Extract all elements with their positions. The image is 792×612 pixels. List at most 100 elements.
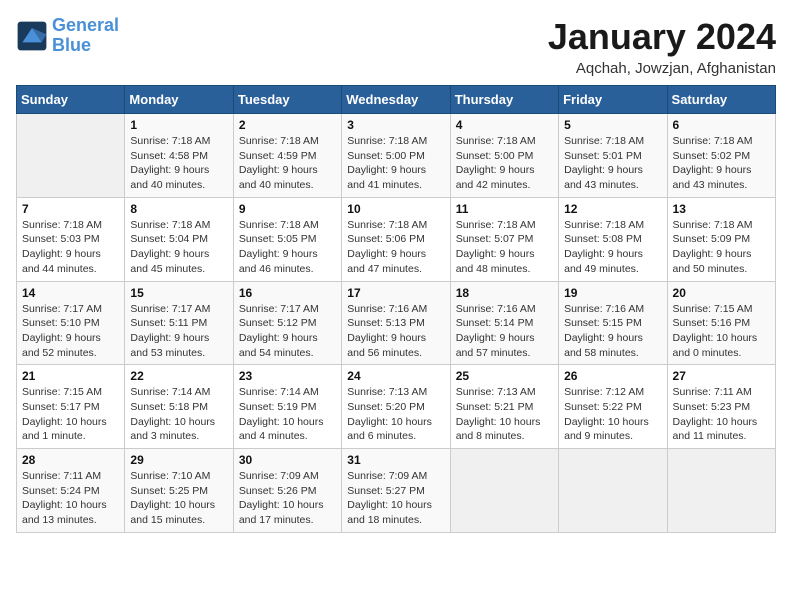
calendar-cell [667,449,775,533]
calendar-cell: 3 Sunrise: 7:18 AM Sunset: 5:00 PM Daylig… [342,114,450,198]
day-info: Sunrise: 7:17 AM Sunset: 5:10 PM Dayligh… [22,302,119,361]
calendar-cell: 21Sunrise: 7:15 AM Sunset: 5:17 PM Dayli… [17,365,125,449]
day-number: 5 [564,118,661,132]
logo-text: General Blue [52,16,119,56]
day-number: 21 [22,369,119,383]
day-number: 29 [130,453,227,467]
day-number: 22 [130,369,227,383]
calendar-cell: 25 Sunrise: 7:13 AM Sunset: 5:21 PM Dayli… [450,365,558,449]
logo-blue: Blue [52,35,91,55]
day-number: 19 [564,286,661,300]
day-number: 17 [347,286,444,300]
day-info: Sunrise: 7:18 AM Sunset: 4:59 PM Dayligh… [239,134,336,193]
header-saturday: Saturday [667,86,775,114]
title-block: January 2024 Aqchah, Jowzjan, Afghanista… [548,16,776,77]
logo-icon [16,20,48,52]
day-info: Sunrise: 7:16 AM Sunset: 5:15 PM Dayligh… [564,302,661,361]
calendar-table: SundayMondayTuesdayWednesdayThursdayFrid… [16,85,776,533]
day-info: Sunrise: 7:11 AM Sunset: 5:24 PM Dayligh… [22,469,119,528]
day-info: Sunrise: 7:18 AM Sunset: 5:01 PM Dayligh… [564,134,661,193]
calendar-cell: 11 Sunrise: 7:18 AM Sunset: 5:07 PM Dayli… [450,197,558,281]
day-number: 2 [239,118,336,132]
day-number: 15 [130,286,227,300]
calendar-cell: 17 Sunrise: 7:16 AM Sunset: 5:13 PM Dayli… [342,281,450,365]
day-number: 14 [22,286,119,300]
calendar-cell: 29 Sunrise: 7:10 AM Sunset: 5:25 PM Dayli… [125,449,233,533]
calendar-cell [559,449,667,533]
day-info: Sunrise: 7:18 AM Sunset: 5:02 PM Dayligh… [673,134,770,193]
calendar-cell: 5 Sunrise: 7:18 AM Sunset: 5:01 PM Daylig… [559,114,667,198]
day-info: Sunrise: 7:18 AM Sunset: 5:03 PM Dayligh… [22,218,119,277]
day-number: 27 [673,369,770,383]
calendar-cell: 31Sunrise: 7:09 AM Sunset: 5:27 PM Dayli… [342,449,450,533]
day-info: Sunrise: 7:15 AM Sunset: 5:16 PM Dayligh… [673,302,770,361]
day-info: Sunrise: 7:18 AM Sunset: 5:04 PM Dayligh… [130,218,227,277]
day-number: 6 [673,118,770,132]
day-number: 25 [456,369,553,383]
calendar-cell: 9 Sunrise: 7:18 AM Sunset: 5:05 PM Daylig… [233,197,341,281]
day-info: Sunrise: 7:09 AM Sunset: 5:27 PM Dayligh… [347,469,444,528]
week-row-4: 21Sunrise: 7:15 AM Sunset: 5:17 PM Dayli… [17,365,776,449]
week-row-5: 28 Sunrise: 7:11 AM Sunset: 5:24 PM Dayli… [17,449,776,533]
day-info: Sunrise: 7:16 AM Sunset: 5:13 PM Dayligh… [347,302,444,361]
calendar-cell: 24Sunrise: 7:13 AM Sunset: 5:20 PM Dayli… [342,365,450,449]
day-info: Sunrise: 7:18 AM Sunset: 5:09 PM Dayligh… [673,218,770,277]
day-number: 1 [130,118,227,132]
logo: General Blue [16,16,119,56]
calendar-cell: 7 Sunrise: 7:18 AM Sunset: 5:03 PM Daylig… [17,197,125,281]
calendar-cell: 4 Sunrise: 7:18 AM Sunset: 5:00 PM Daylig… [450,114,558,198]
day-info: Sunrise: 7:13 AM Sunset: 5:21 PM Dayligh… [456,385,553,444]
day-number: 20 [673,286,770,300]
calendar-cell: 13Sunrise: 7:18 AM Sunset: 5:09 PM Dayli… [667,197,775,281]
calendar-cell: 2 Sunrise: 7:18 AM Sunset: 4:59 PM Daylig… [233,114,341,198]
day-info: Sunrise: 7:18 AM Sunset: 5:07 PM Dayligh… [456,218,553,277]
header-tuesday: Tuesday [233,86,341,114]
day-number: 9 [239,202,336,216]
day-number: 18 [456,286,553,300]
header-thursday: Thursday [450,86,558,114]
day-info: Sunrise: 7:17 AM Sunset: 5:12 PM Dayligh… [239,302,336,361]
day-number: 4 [456,118,553,132]
week-row-2: 7 Sunrise: 7:18 AM Sunset: 5:03 PM Daylig… [17,197,776,281]
calendar-cell: 27 Sunrise: 7:11 AM Sunset: 5:23 PM Dayli… [667,365,775,449]
calendar-cell [450,449,558,533]
logo-general: General [52,15,119,35]
day-info: Sunrise: 7:09 AM Sunset: 5:26 PM Dayligh… [239,469,336,528]
day-info: Sunrise: 7:18 AM Sunset: 5:06 PM Dayligh… [347,218,444,277]
day-number: 3 [347,118,444,132]
day-info: Sunrise: 7:18 AM Sunset: 5:00 PM Dayligh… [456,134,553,193]
day-info: Sunrise: 7:10 AM Sunset: 5:25 PM Dayligh… [130,469,227,528]
day-info: Sunrise: 7:18 AM Sunset: 5:05 PM Dayligh… [239,218,336,277]
header-friday: Friday [559,86,667,114]
calendar-cell: 1Sunrise: 7:18 AM Sunset: 4:58 PM Daylig… [125,114,233,198]
week-row-1: 1Sunrise: 7:18 AM Sunset: 4:58 PM Daylig… [17,114,776,198]
day-number: 11 [456,202,553,216]
day-number: 10 [347,202,444,216]
header-row: SundayMondayTuesdayWednesdayThursdayFrid… [17,86,776,114]
calendar-subtitle: Aqchah, Jowzjan, Afghanistan [548,60,776,77]
day-number: 26 [564,369,661,383]
page-header: General Blue January 2024 Aqchah, Jowzja… [16,16,776,77]
week-row-3: 14 Sunrise: 7:17 AM Sunset: 5:10 PM Dayli… [17,281,776,365]
day-info: Sunrise: 7:12 AM Sunset: 5:22 PM Dayligh… [564,385,661,444]
calendar-cell: 10 Sunrise: 7:18 AM Sunset: 5:06 PM Dayli… [342,197,450,281]
header-sunday: Sunday [17,86,125,114]
day-number: 12 [564,202,661,216]
calendar-cell: 26 Sunrise: 7:12 AM Sunset: 5:22 PM Dayli… [559,365,667,449]
day-info: Sunrise: 7:11 AM Sunset: 5:23 PM Dayligh… [673,385,770,444]
calendar-cell [17,114,125,198]
calendar-cell: 6 Sunrise: 7:18 AM Sunset: 5:02 PM Daylig… [667,114,775,198]
header-monday: Monday [125,86,233,114]
day-info: Sunrise: 7:18 AM Sunset: 5:08 PM Dayligh… [564,218,661,277]
day-number: 30 [239,453,336,467]
day-info: Sunrise: 7:14 AM Sunset: 5:18 PM Dayligh… [130,385,227,444]
day-info: Sunrise: 7:18 AM Sunset: 5:00 PM Dayligh… [347,134,444,193]
day-number: 7 [22,202,119,216]
day-number: 8 [130,202,227,216]
calendar-cell: 14 Sunrise: 7:17 AM Sunset: 5:10 PM Dayli… [17,281,125,365]
calendar-cell: 19 Sunrise: 7:16 AM Sunset: 5:15 PM Dayli… [559,281,667,365]
calendar-title: January 2024 [548,16,776,58]
calendar-cell: 8 Sunrise: 7:18 AM Sunset: 5:04 PM Daylig… [125,197,233,281]
calendar-cell: 22 Sunrise: 7:14 AM Sunset: 5:18 PM Dayli… [125,365,233,449]
day-number: 28 [22,453,119,467]
